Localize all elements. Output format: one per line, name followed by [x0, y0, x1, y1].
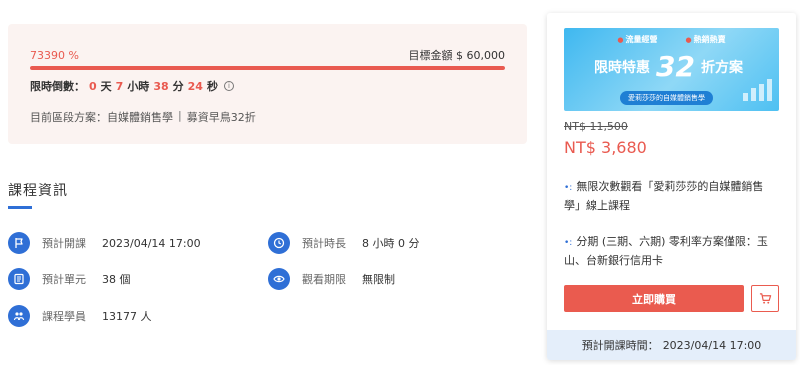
start-time-value: 2023/04/14 17:00 [662, 338, 762, 352]
buy-now-button[interactable]: 立即購買 [564, 285, 744, 312]
people-icon [8, 305, 30, 327]
info-value: 8 小時 0 分 [362, 237, 420, 250]
countdown: 限時倒數： 0 天 7 小時 38 分 24 秒 i [30, 78, 234, 94]
banner-tags: 流量經營 熱銷熱賣 [564, 34, 779, 45]
info-start-date: 預計開課 2023/04/14 17:00 [8, 232, 201, 254]
start-time-label: 預計開課時間： [581, 339, 659, 352]
countdown-days-unit: 天 [100, 80, 112, 93]
banner-text: 限時特惠 [594, 59, 650, 76]
info-duration: 預計時長 8 小時 0 分 [268, 232, 420, 254]
info-label: 預計單元 [42, 273, 86, 286]
list-icon [8, 268, 30, 290]
banner-headline: 限時特惠 32 折方案 [594, 50, 743, 83]
progress-bar [30, 66, 505, 70]
info-value: 38 個 [102, 273, 131, 286]
countdown-hours: 7 [115, 79, 124, 93]
cart-icon [759, 293, 771, 304]
plan-label: 目前區段方案：自媒體銷售學 [30, 111, 173, 124]
feature-item: •: 分期 (三期、六期) 零利率方案僅限：玉山、台新銀行信用卡 [564, 233, 779, 270]
banner-discount: 32 [656, 50, 695, 83]
countdown-seconds: 24 [187, 79, 203, 93]
add-to-cart-button[interactable] [751, 285, 779, 312]
funding-header: 73390 % 目標金額 $ 60,000 [30, 47, 505, 63]
info-label: 預計開課 [42, 237, 86, 250]
countdown-seconds-unit: 秒 [206, 80, 218, 93]
info-value: 無限制 [362, 273, 395, 286]
bullet-icon: •: [564, 238, 573, 248]
countdown-minutes-unit: 分 [172, 80, 184, 93]
banner-text: 折方案 [700, 59, 743, 76]
sale-price: NT$ 3,680 [564, 138, 647, 157]
flag-icon [8, 232, 30, 254]
progress-bar-fill [30, 66, 505, 70]
banner-subtitle: 愛莉莎莎的自媒體銷售學 [620, 91, 713, 105]
countdown-days: 0 [89, 79, 97, 93]
funding-card: 73390 % 目標金額 $ 60,000 限時倒數： 0 天 7 小時 38 … [8, 24, 527, 144]
start-time-bar: 預計開課時間： 2023/04/14 17:00 [547, 330, 796, 360]
info-view-period: 觀看期限 無限制 [268, 268, 395, 290]
promo-banner[interactable]: 流量經營 熱銷熱賣 限時特惠 32 折方案 愛莉莎莎的自媒體銷售學 [564, 28, 779, 111]
info-units: 預計單元 38 個 [8, 268, 131, 290]
banner-tag: 熱銷熱賣 [686, 34, 726, 45]
funding-goal: 目標金額 $ 60,000 [408, 49, 505, 62]
countdown-minutes: 38 [153, 79, 169, 93]
clock-icon [268, 232, 290, 254]
feature-text: 分期 (三期、六期) 零利率方案僅限：玉山、台新銀行信用卡 [564, 235, 768, 267]
plan-value: 募資早鳥32折 [186, 111, 256, 124]
plan-separator: | [178, 109, 182, 122]
title-underline [8, 206, 32, 209]
bullet-icon: •: [564, 183, 573, 193]
funding-percent: 73390 % [30, 48, 79, 62]
purchase-card: 流量經營 熱銷熱賣 限時特惠 32 折方案 愛莉莎莎的自媒體銷售學 NT$ 11… [547, 13, 796, 360]
current-plan: 目前區段方案：自媒體銷售學 | 募資早鳥32折 [30, 109, 256, 125]
course-info-title: 課程資訊 [8, 183, 68, 199]
countdown-hours-unit: 小時 [127, 80, 150, 93]
info-students: 課程學員 13177 人 [8, 305, 152, 327]
info-label: 觀看期限 [302, 273, 346, 286]
chart-decoration-icon [743, 79, 773, 101]
info-icon[interactable]: i [223, 81, 234, 91]
original-price: NT$ 11,500 [564, 120, 628, 133]
feature-item: •: 無限次數觀看「愛莉莎莎的自媒體銷售學」線上課程 [564, 178, 779, 215]
info-value: 2023/04/14 17:00 [102, 236, 201, 250]
info-label: 課程學員 [42, 310, 86, 323]
info-label: 預計時長 [302, 237, 346, 250]
banner-tag: 流量經營 [617, 34, 658, 45]
countdown-label: 限時倒數： [30, 80, 85, 93]
feature-text: 無限次數觀看「愛莉莎莎的自媒體銷售學」線上課程 [564, 180, 764, 212]
info-value: 13177 人 [102, 310, 152, 323]
eye-icon [268, 268, 290, 290]
